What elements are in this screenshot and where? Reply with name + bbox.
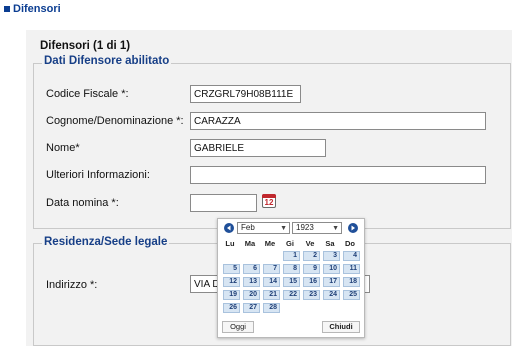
weekday-header: Sa	[325, 239, 335, 248]
calendar-day[interactable]: 25	[343, 290, 360, 300]
calendar-day[interactable]: 19	[223, 290, 240, 300]
calendar-day[interactable]: 5	[223, 264, 240, 274]
calendar-day[interactable]: 13	[243, 277, 260, 287]
calendar-day[interactable]: 10	[323, 264, 340, 274]
calendar-day[interactable]: 16	[303, 277, 320, 287]
input-codice-fiscale[interactable]: CRZGRL79H08B111E	[190, 85, 301, 103]
section-title: Difensori	[13, 3, 61, 15]
calendar-day[interactable]: 12	[223, 277, 240, 287]
weekday-header: Me	[264, 239, 276, 248]
panel-title: Difensori (1 di 1)	[40, 40, 131, 52]
chevron-down-icon: ▼	[280, 225, 287, 232]
month-select[interactable]: Feb ▼	[237, 222, 290, 234]
label-codice-fiscale: Codice Fiscale *:	[46, 88, 129, 100]
input-ulteriori[interactable]	[190, 166, 486, 184]
calendar-day[interactable]: 6	[243, 264, 260, 274]
weekday-header: Ma	[244, 239, 256, 248]
month-select-value: Feb	[241, 223, 255, 232]
label-nome: Nome*	[46, 142, 80, 154]
calendar-day[interactable]: 17	[323, 277, 340, 287]
calendar-day[interactable]: 2	[303, 251, 320, 261]
weekday-header: Gi	[286, 239, 294, 248]
calendar-day[interactable]: 24	[323, 290, 340, 300]
calendar-day[interactable]: 22	[283, 290, 300, 300]
legend-residenza: Residenza/Sede legale	[42, 236, 170, 248]
calendar-day[interactable]: 4	[343, 251, 360, 261]
calendar-day[interactable]: 20	[243, 290, 260, 300]
next-month-button[interactable]	[348, 223, 358, 233]
weekday-header: Lu	[225, 239, 235, 248]
calendar-icon-day: 12	[264, 198, 274, 207]
calendar-day[interactable]: 23	[303, 290, 320, 300]
prev-month-button[interactable]	[224, 223, 234, 233]
calendar-day[interactable]: 7	[263, 264, 280, 274]
chevron-right-icon	[351, 225, 355, 231]
calendar-day[interactable]: 9	[303, 264, 320, 274]
calendar-day[interactable]: 28	[263, 303, 280, 313]
input-cognome[interactable]: CARAZZA	[190, 112, 486, 130]
calendar-day[interactable]: 26	[223, 303, 240, 313]
calendar-day[interactable]: 18	[343, 277, 360, 287]
today-button[interactable]: Oggi	[222, 321, 254, 333]
label-ulteriori: Ulteriori Informazioni:	[46, 169, 150, 181]
datepicker: Feb ▼ 1923 ▼ Lu Ma Me Gi Ve Sa Do 1 2 3 4 5 6 7 8 9 10 1…	[217, 218, 365, 338]
label-cognome: Cognome/Denominazione *:	[46, 115, 184, 127]
label-data-nomina: Data nomina *:	[46, 197, 119, 209]
legend-dati-difensore: Dati Difensore abilitato	[42, 55, 172, 67]
calendar-icon[interactable]: 12	[262, 194, 276, 208]
input-data-nomina[interactable]	[190, 194, 257, 212]
input-nome[interactable]: GABRIELE	[190, 139, 326, 157]
section-header: Difensori	[4, 3, 61, 15]
label-indirizzo: Indirizzo *:	[46, 279, 98, 291]
calendar-day[interactable]: 8	[283, 264, 300, 274]
chevron-down-icon: ▼	[332, 225, 339, 232]
calendar-day[interactable]: 3	[323, 251, 340, 261]
calendar-day[interactable]: 27	[243, 303, 260, 313]
year-select[interactable]: 1923 ▼	[292, 222, 342, 234]
section-bullet-icon	[4, 6, 10, 12]
chevron-left-icon	[227, 225, 231, 231]
calendar-day[interactable]: 15	[283, 277, 300, 287]
calendar-day[interactable]: 1	[283, 251, 300, 261]
close-button[interactable]: Chiudi	[322, 321, 360, 333]
calendar-day[interactable]: 11	[343, 264, 360, 274]
calendar-day[interactable]: 14	[263, 277, 280, 287]
year-select-value: 1923	[296, 223, 314, 232]
weekday-header: Ve	[305, 239, 315, 248]
weekday-header: Do	[345, 239, 355, 248]
calendar-day[interactable]: 21	[263, 290, 280, 300]
